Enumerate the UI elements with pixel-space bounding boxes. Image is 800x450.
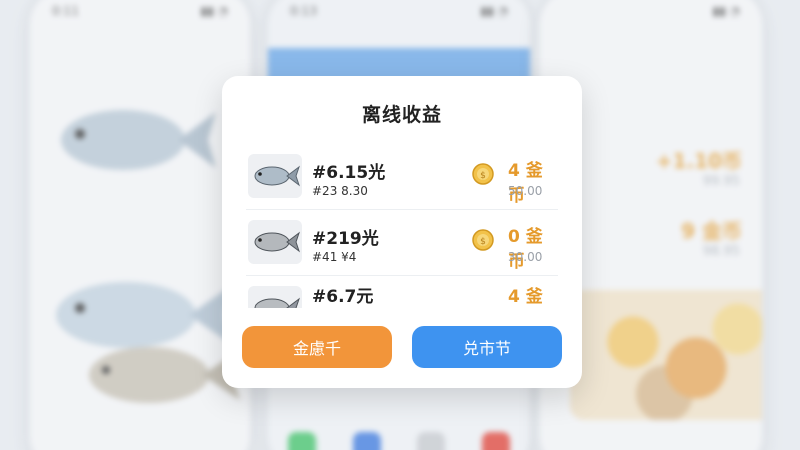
svg-text:$: $ <box>480 171 486 181</box>
coin-icon: $ <box>472 163 494 185</box>
item-sub: #41 ¥4 <box>312 250 357 264</box>
fish-thumbnail <box>248 154 302 198</box>
item-sub: #23 8.30 <box>312 184 368 198</box>
reward-amount: 0 釜币 <box>508 227 543 272</box>
reward-amount: 4 釜币 <box>508 287 543 307</box>
fish-thumbnail <box>248 220 302 264</box>
offline-earnings-dialog: 离线收益 #6.15光 #23 8.30 $ 4 釜币 50.00 #219光 … <box>222 76 582 388</box>
reward-sub: 50.00 <box>508 184 543 198</box>
fish-icon <box>254 231 300 253</box>
list-item[interactable]: #6.7元 4 釜币 <box>246 278 558 308</box>
fish-icon <box>254 297 300 308</box>
reward-amount: 4 釜币 <box>508 161 543 206</box>
dialog-title: 离线收益 <box>361 104 442 126</box>
list-item[interactable]: #6.15光 #23 8.30 $ 4 釜币 50.00 <box>246 146 558 210</box>
item-name: #6.7元 <box>312 287 374 307</box>
item-name: #6.15光 <box>312 163 386 183</box>
fish-icon <box>254 165 300 187</box>
fish-thumbnail <box>248 286 302 308</box>
item-name: #219光 <box>312 229 379 249</box>
left-action-button[interactable]: 金慮千 <box>242 326 392 368</box>
svg-text:$: $ <box>480 237 486 247</box>
right-action-button[interactable]: 兑市节 <box>412 326 562 368</box>
reward-sub: 30.00 <box>508 250 543 264</box>
list-item[interactable]: #219光 #41 ¥4 $ 0 釜币 30.00 <box>246 212 558 276</box>
coin-icon: $ <box>472 229 494 251</box>
